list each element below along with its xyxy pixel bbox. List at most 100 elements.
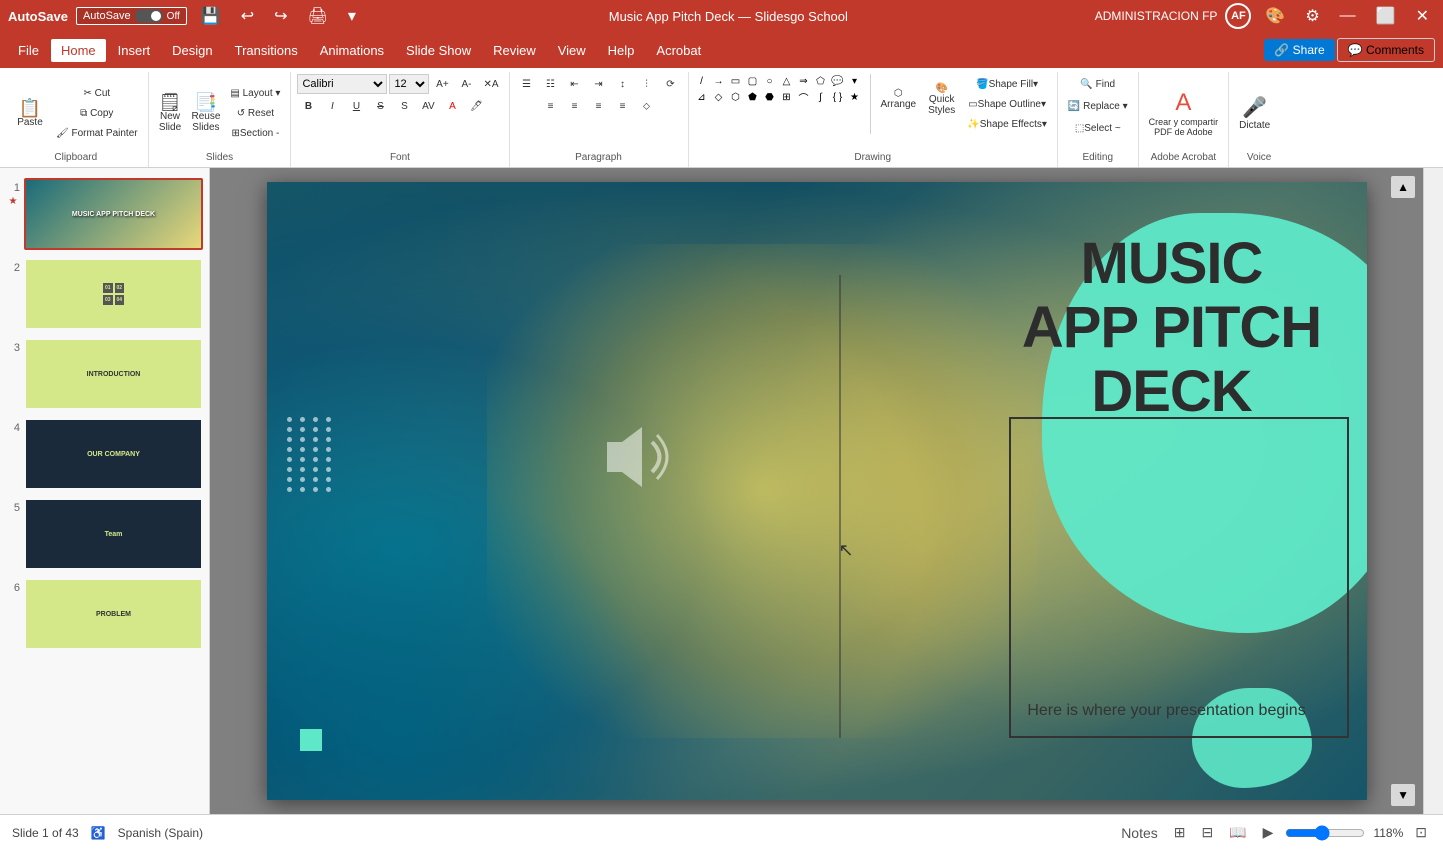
- slide-thumb-6[interactable]: 6 PROBLEM: [4, 576, 205, 652]
- font-color-button[interactable]: A: [441, 96, 463, 116]
- ribbon-toggle[interactable]: 🎨: [1259, 4, 1291, 28]
- align-right-button[interactable]: ≡: [588, 96, 610, 116]
- menu-file[interactable]: File: [8, 39, 49, 62]
- shape2-4[interactable]: ⬟: [746, 90, 760, 104]
- fit-window-button[interactable]: ⊡: [1411, 822, 1431, 843]
- format-painter-button[interactable]: 🖌 Format Painter: [52, 123, 142, 143]
- ellipse-shape[interactable]: ○: [763, 74, 777, 88]
- menu-acrobat[interactable]: Acrobat: [646, 39, 711, 62]
- shadow-button[interactable]: S: [393, 96, 415, 116]
- undo-button[interactable]: ↩: [235, 4, 260, 28]
- increase-font-button[interactable]: A+: [431, 74, 453, 94]
- replace-button[interactable]: 🔄 Replace ▾: [1064, 96, 1132, 116]
- shape2-6[interactable]: ⊞: [780, 90, 794, 104]
- reading-view-button[interactable]: 📖: [1225, 822, 1250, 843]
- slide-thumb-1[interactable]: 1 ★ MUSIC APP PITCH DECK: [4, 176, 205, 252]
- slide-canvas[interactable]: MUSIC APP PITCH DECK Here is where your …: [210, 168, 1423, 814]
- user-avatar[interactable]: AF: [1225, 3, 1251, 29]
- underline-button[interactable]: U: [345, 96, 367, 116]
- decrease-font-button[interactable]: A-: [455, 74, 477, 94]
- slide-thumb-img-3[interactable]: INTRODUCTION: [24, 338, 203, 410]
- justify-button[interactable]: ≡: [612, 96, 634, 116]
- columns-button[interactable]: ⫶: [636, 74, 658, 94]
- slide-thumb-img-1[interactable]: MUSIC APP PITCH DECK: [24, 178, 203, 250]
- restore-button[interactable]: ⬜: [1370, 4, 1402, 28]
- paste-button[interactable]: 📋 Paste: [10, 90, 50, 136]
- clear-format-button[interactable]: ✕A: [479, 74, 502, 94]
- normal-view-button[interactable]: ⊞: [1170, 822, 1190, 843]
- menu-animations[interactable]: Animations: [310, 39, 394, 62]
- char-spacing-button[interactable]: AV: [417, 96, 439, 116]
- slide-thumb-5[interactable]: 5 Team: [4, 496, 205, 572]
- slide-thumb-img-2[interactable]: 01 02 03 04: [24, 258, 203, 330]
- shape2-3[interactable]: ⬡: [729, 90, 743, 104]
- notes-button[interactable]: Notes: [1117, 823, 1162, 843]
- strikethrough-button[interactable]: S: [369, 96, 391, 116]
- reset-button[interactable]: ↺ Reset: [226, 103, 284, 123]
- menu-design[interactable]: Design: [162, 39, 222, 62]
- scroll-up[interactable]: ▲: [1391, 176, 1415, 198]
- line-spacing-button[interactable]: ↕: [612, 74, 634, 94]
- autosave-badge[interactable]: AutoSave Off: [76, 7, 187, 25]
- bullets-button[interactable]: ☰: [516, 74, 538, 94]
- print-button[interactable]: 🖨: [302, 4, 334, 28]
- shape2-7[interactable]: ⌒: [797, 90, 811, 104]
- slide-thumb-2[interactable]: 2 01 02 03 04: [4, 256, 205, 332]
- align-left-button[interactable]: ≡: [540, 96, 562, 116]
- zoom-slider[interactable]: [1285, 825, 1365, 841]
- slide-thumb-img-6[interactable]: PROBLEM: [24, 578, 203, 650]
- shape-outline-button[interactable]: ▭ Shape Outline ▾: [963, 94, 1051, 114]
- shape2-9[interactable]: { }: [831, 90, 845, 104]
- triangle-shape[interactable]: △: [780, 74, 794, 88]
- reuse-slides-button[interactable]: 📑 ReuseSlides: [187, 90, 224, 136]
- copy-button[interactable]: ⧉ Copy: [52, 103, 142, 123]
- find-button[interactable]: 🔍 Find: [1076, 74, 1119, 94]
- minimize-button[interactable]: —: [1334, 5, 1362, 27]
- select-button[interactable]: ⬚ Select ~: [1071, 118, 1125, 138]
- settings-icon[interactable]: ⚙: [1299, 4, 1325, 28]
- slide-thumb-img-4[interactable]: OUR COMPANY: [24, 418, 203, 490]
- round-rect-shape[interactable]: ▢: [746, 74, 760, 88]
- highlight-button[interactable]: 🖊: [465, 96, 487, 116]
- rect-shape[interactable]: ▭: [729, 74, 743, 88]
- adobe-create-button[interactable]: A Crear y compartirPDF de Adobe: [1145, 87, 1223, 139]
- indent-less-button[interactable]: ⇤: [564, 74, 586, 94]
- save-button[interactable]: 💾: [195, 4, 227, 28]
- comments-button[interactable]: 💬 Comments: [1337, 38, 1435, 62]
- shape2-2[interactable]: ◇: [712, 90, 726, 104]
- align-center-button[interactable]: ≡: [564, 96, 586, 116]
- shape-effects-button[interactable]: ✨ Shape Effects ▾: [963, 114, 1051, 134]
- right-panel-scrollbar[interactable]: [1423, 168, 1443, 814]
- text-direction-button[interactable]: ⟳: [660, 74, 682, 94]
- font-size-select[interactable]: 1214161824: [389, 74, 429, 94]
- menu-transitions[interactable]: Transitions: [225, 39, 308, 62]
- menu-view[interactable]: View: [548, 39, 596, 62]
- slideshow-button[interactable]: ▶: [1259, 822, 1278, 843]
- close-button[interactable]: ✕: [1410, 4, 1435, 28]
- quick-styles-button[interactable]: 🎨 QuickStyles: [924, 74, 959, 124]
- bold-button[interactable]: B: [297, 96, 319, 116]
- slide-thumb-img-5[interactable]: Team: [24, 498, 203, 570]
- right-arrow-shape[interactable]: ⇒: [797, 74, 811, 88]
- share-button[interactable]: 🔗 Share: [1264, 39, 1334, 61]
- autosave-toggle[interactable]: [135, 9, 163, 23]
- indent-more-button[interactable]: ⇥: [588, 74, 610, 94]
- cut-button[interactable]: ✂ Cut: [52, 83, 142, 103]
- menu-home[interactable]: Home: [51, 39, 106, 62]
- dictate-button[interactable]: 🎤 Dictate: [1235, 88, 1274, 138]
- redo-button[interactable]: ↪: [268, 4, 293, 28]
- slide-thumb-4[interactable]: 4 OUR COMPANY: [4, 416, 205, 492]
- callout-shape[interactable]: 💬: [831, 74, 845, 88]
- shape2-10[interactable]: ★: [848, 90, 862, 104]
- more-shapes[interactable]: ▾: [848, 74, 862, 88]
- arrow-shape[interactable]: →: [712, 74, 726, 88]
- line-shape[interactable]: /: [695, 74, 709, 88]
- slide-sorter-button[interactable]: ⊟: [1198, 822, 1218, 843]
- shape2-8[interactable]: ∫: [814, 90, 828, 104]
- pentagon-shape[interactable]: ⬠: [814, 74, 828, 88]
- numbering-button[interactable]: ☷: [540, 74, 562, 94]
- customize-button[interactable]: ▾: [342, 4, 362, 28]
- menu-help[interactable]: Help: [598, 39, 645, 62]
- font-family-select[interactable]: CalibriArialTimes New Roman: [297, 74, 387, 94]
- smart-art-button[interactable]: ⬦: [636, 96, 658, 116]
